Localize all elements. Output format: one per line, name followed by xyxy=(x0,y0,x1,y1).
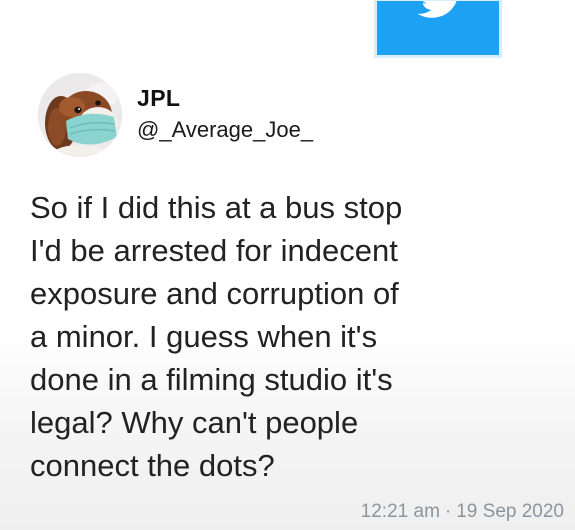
tweet-text: So if I did this at a bus stop I'd be ar… xyxy=(30,186,565,487)
tweet-text-line: connect the dots? xyxy=(30,448,275,483)
tweet-time[interactable]: 12:21 am xyxy=(361,501,440,522)
twitter-bird-icon xyxy=(417,1,457,18)
tweet-text-line: done in a filming studio it's xyxy=(30,362,393,397)
tweet-text-line: a minor. I guess when it's xyxy=(30,319,378,354)
display-name[interactable]: JPL xyxy=(137,84,180,112)
user-handle[interactable]: @_Average_Joe_ xyxy=(137,116,313,144)
tweet-text-line: I'd be arrested for indecent xyxy=(30,233,398,268)
tweet-text-line: exposure and corruption of xyxy=(30,276,399,311)
dog-avatar-image xyxy=(38,73,122,157)
tweet-text-line: So if I did this at a bus stop xyxy=(30,190,403,225)
tweet-text-line: legal? Why can't people xyxy=(30,405,359,440)
meta-separator: · xyxy=(444,501,452,522)
tweet-date[interactable]: 19 Sep 2020 xyxy=(456,501,564,522)
twitter-logo-tile xyxy=(374,0,502,58)
tweet-meta: 12:21 am · 19 Sep 2020 xyxy=(361,500,564,524)
profile-avatar[interactable] xyxy=(38,73,122,157)
